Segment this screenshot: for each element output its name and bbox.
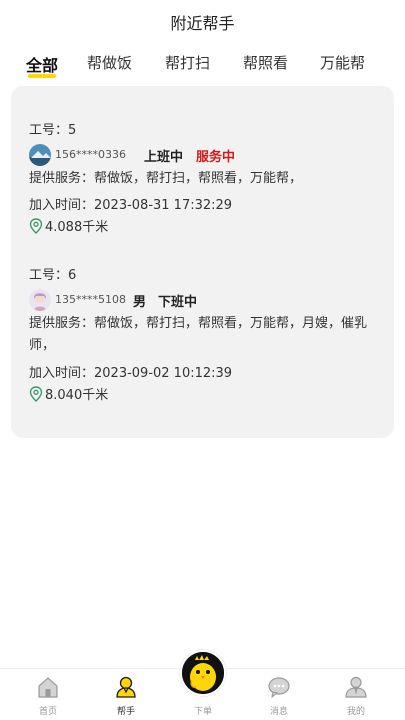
tabbar-helper-label: 帮手	[116, 707, 135, 717]
worker-phone: 135****5108	[55, 293, 126, 306]
helper-icon	[116, 676, 136, 698]
tab-cooking[interactable]: 帮做饭	[87, 52, 132, 73]
location-pin-icon	[29, 385, 43, 402]
avatar	[29, 144, 51, 166]
worker-joined-time: 加入时间：2023-09-02 10:12:39	[29, 366, 233, 381]
user-profile-icon	[345, 676, 367, 698]
worker-gender: 男	[133, 295, 147, 310]
worker-id: 工号：5	[29, 123, 77, 138]
tabbar-home-label: 首页	[38, 707, 57, 717]
tab-all-label: 全部	[26, 56, 59, 75]
distance-value: 4.088千米	[45, 220, 109, 235]
page-title: 附近帮手	[170, 14, 235, 33]
distance-value: 8.040千米	[45, 388, 109, 403]
worker-phone: 156****0336	[55, 148, 126, 161]
avatar	[29, 289, 51, 311]
tab-active-indicator	[28, 74, 56, 78]
tabbar-messages[interactable]: 消息	[249, 669, 309, 720]
tab-caretaking[interactable]: 帮照看	[243, 52, 288, 73]
category-tabs: 全部 帮做饭 帮打扫 帮照看 万能帮	[0, 52, 405, 82]
service-state-badge: 服务中	[196, 150, 236, 165]
tabbar-mine[interactable]: 我的	[326, 669, 386, 720]
tabbar-messages-label: 消息	[269, 707, 288, 717]
tabbar-helper[interactable]: 帮手	[96, 669, 156, 720]
tabbar-mine-label: 我的	[346, 707, 365, 717]
worker-distance: 4.088千米	[29, 216, 108, 235]
message-bubble-icon	[268, 677, 290, 699]
worker-services: 提供服务：帮做饭，帮打扫，帮照看，万能帮，	[29, 171, 303, 186]
work-status: 上班中	[144, 150, 184, 165]
tab-all[interactable]: 全部	[26, 52, 59, 78]
worker-services: 提供服务：帮做饭，帮打扫，帮照看，万能帮，月嫂，催乳师，	[29, 316, 368, 353]
tab-all-purpose[interactable]: 万能帮	[320, 52, 365, 73]
tab-cleaning[interactable]: 帮打扫	[165, 52, 210, 73]
worker-joined-time: 加入时间：2023-08-31 17:32:29	[29, 198, 233, 213]
worker-id: 工号：6	[29, 268, 77, 283]
location-pin-icon	[29, 217, 43, 234]
place-order-button[interactable]	[180, 650, 226, 696]
work-status: 下班中	[158, 295, 198, 310]
home-icon	[38, 677, 58, 698]
helper-list-card: 工号：5 156****0336 上班中 服务中 提供服务：帮做饭，帮打扫，帮照…	[11, 86, 394, 438]
worker-distance: 8.040千米	[29, 384, 108, 403]
chick-mascot-icon	[182, 652, 224, 694]
tabbar-order-label: 下单	[193, 707, 212, 717]
tabbar-home[interactable]: 首页	[18, 669, 78, 720]
